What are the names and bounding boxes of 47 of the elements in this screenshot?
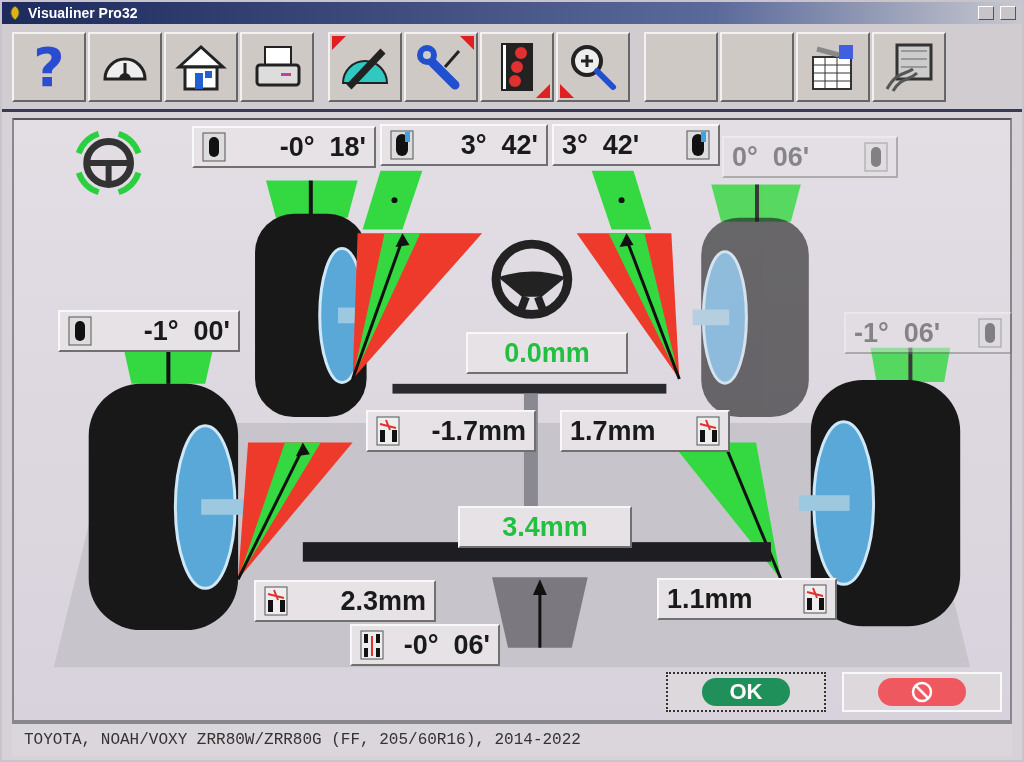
- angle-value: 2.3mm: [340, 585, 426, 617]
- angle-value: 0.0mm: [504, 337, 590, 369]
- prohibited-icon: [911, 681, 933, 703]
- caster-indicator-drawing: [591, 170, 652, 230]
- toe-diagram-icon: [264, 586, 288, 616]
- toolbar-button[interactable]: [88, 32, 162, 102]
- window-title: Visualiner Pro32: [28, 5, 138, 21]
- toolbar-button[interactable]: [872, 32, 946, 102]
- angle-value: 3° 42': [460, 129, 538, 161]
- minimize-button[interactable]: [978, 6, 994, 20]
- angle-value: -0° 18': [279, 131, 366, 163]
- tire-icon: [686, 130, 710, 160]
- tire-icon: [68, 316, 92, 346]
- toolbar-button[interactable]: [164, 32, 238, 102]
- thrust-angle-icon: [360, 630, 384, 660]
- angle-value: 0° 06': [732, 141, 810, 173]
- tire-icon: [202, 132, 226, 162]
- app-logo-icon: [8, 5, 22, 21]
- help-icon: ?: [33, 35, 65, 99]
- toe-diagram-icon: [803, 584, 827, 614]
- tire-icon: [864, 142, 888, 172]
- tire-icon: [978, 318, 1002, 348]
- toolbar-button[interactable]: ?: [12, 32, 86, 102]
- toolbar-button[interactable]: [404, 32, 478, 102]
- toe-diagram-icon: [376, 416, 400, 446]
- cable-panel-icon: [883, 41, 935, 93]
- maximize-button[interactable]: [1000, 6, 1016, 20]
- angle-value: 3.4mm: [502, 511, 588, 543]
- ok-button[interactable]: OK: [666, 672, 826, 712]
- toe-diagram-icon: [696, 416, 720, 446]
- toolbar-button[interactable]: [796, 32, 870, 102]
- toolbar-button[interactable]: [328, 32, 402, 102]
- toolbar-button[interactable]: [556, 32, 630, 102]
- tire-icon: [390, 130, 414, 160]
- vehicle-info: TOYOTA, NOAH/VOXY ZRR80W/ZRR80G (FF, 205/60R16), 2014-2022: [24, 731, 581, 749]
- angle-value: 3° 42': [562, 129, 640, 161]
- angle-value: -0° 06': [403, 629, 490, 661]
- cancel-button[interactable]: [842, 672, 1002, 712]
- angle-value: -1.7mm: [431, 415, 526, 447]
- angle-value: -1° 00': [143, 315, 230, 347]
- caster-indicator-drawing: [362, 170, 423, 230]
- angle-value: 1.1mm: [667, 583, 753, 615]
- angle-value: 1.7mm: [570, 415, 656, 447]
- toolbar-button[interactable]: [480, 32, 554, 102]
- steering-wheel-icon: [75, 130, 142, 196]
- toolbar-button[interactable]: [240, 32, 314, 102]
- angle-value: -1° 06': [854, 317, 941, 349]
